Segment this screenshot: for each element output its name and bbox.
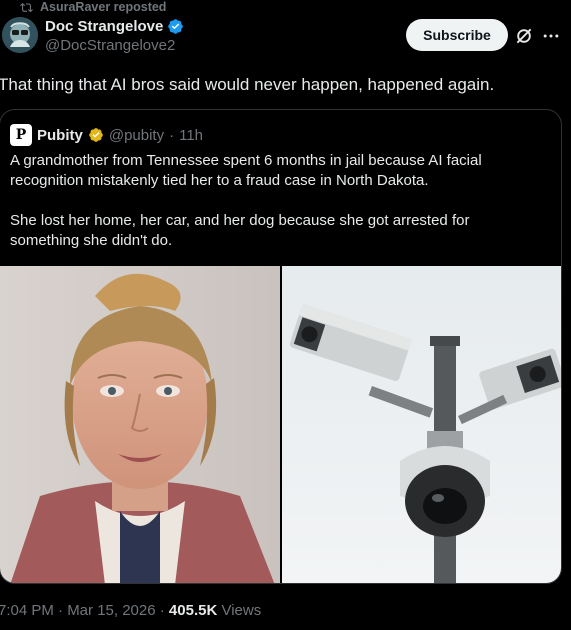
- quoted-paragraph-2: She lost her home, her car, and her dog …: [10, 212, 470, 249]
- quoted-paragraph-1: A grandmother from Tennessee spent 6 mon…: [10, 152, 482, 189]
- quoted-tweet[interactable]: P Pubity @pubity · 11h A grandmother fro…: [0, 109, 562, 584]
- author-handle[interactable]: @DocStrangelove2: [45, 37, 184, 54]
- tweet-meta: 7:04 PM · Mar 15, 2026 · 405.5K Views: [0, 602, 261, 619]
- more-icon[interactable]: [541, 26, 561, 46]
- quoted-author-name[interactable]: Pubity: [37, 127, 83, 144]
- mugshot-image[interactable]: [0, 266, 280, 583]
- tweet-timestamp[interactable]: 7:04 PM · Mar 15, 2026 ·: [0, 602, 169, 619]
- surveillance-cameras-image[interactable]: [282, 266, 561, 583]
- author-name[interactable]: Doc Strangelove: [45, 18, 163, 35]
- views-count: 405.5K: [168, 602, 218, 619]
- repost-icon: [20, 2, 33, 12]
- quoted-author-avatar[interactable]: P: [10, 124, 32, 146]
- grok-icon[interactable]: [514, 26, 534, 46]
- gold-verified-badge-icon: [88, 127, 104, 143]
- separator-dot: ·: [169, 126, 175, 144]
- quoted-timestamp[interactable]: 11h: [179, 127, 203, 144]
- quoted-tweet-text: A grandmother from Tennessee spent 6 mon…: [10, 151, 530, 251]
- author-avatar[interactable]: [2, 17, 38, 53]
- verified-badge-icon: [167, 18, 184, 35]
- views-label: Views: [217, 602, 262, 619]
- quoted-author-handle[interactable]: @pubity: [109, 127, 164, 144]
- repost-indicator[interactable]: AsuraRaver reposted: [20, 0, 166, 14]
- tweet-text: That thing that AI bros said would never…: [0, 75, 495, 94]
- subscribe-button[interactable]: Subscribe: [406, 19, 508, 51]
- repost-label: AsuraRaver reposted: [40, 0, 167, 14]
